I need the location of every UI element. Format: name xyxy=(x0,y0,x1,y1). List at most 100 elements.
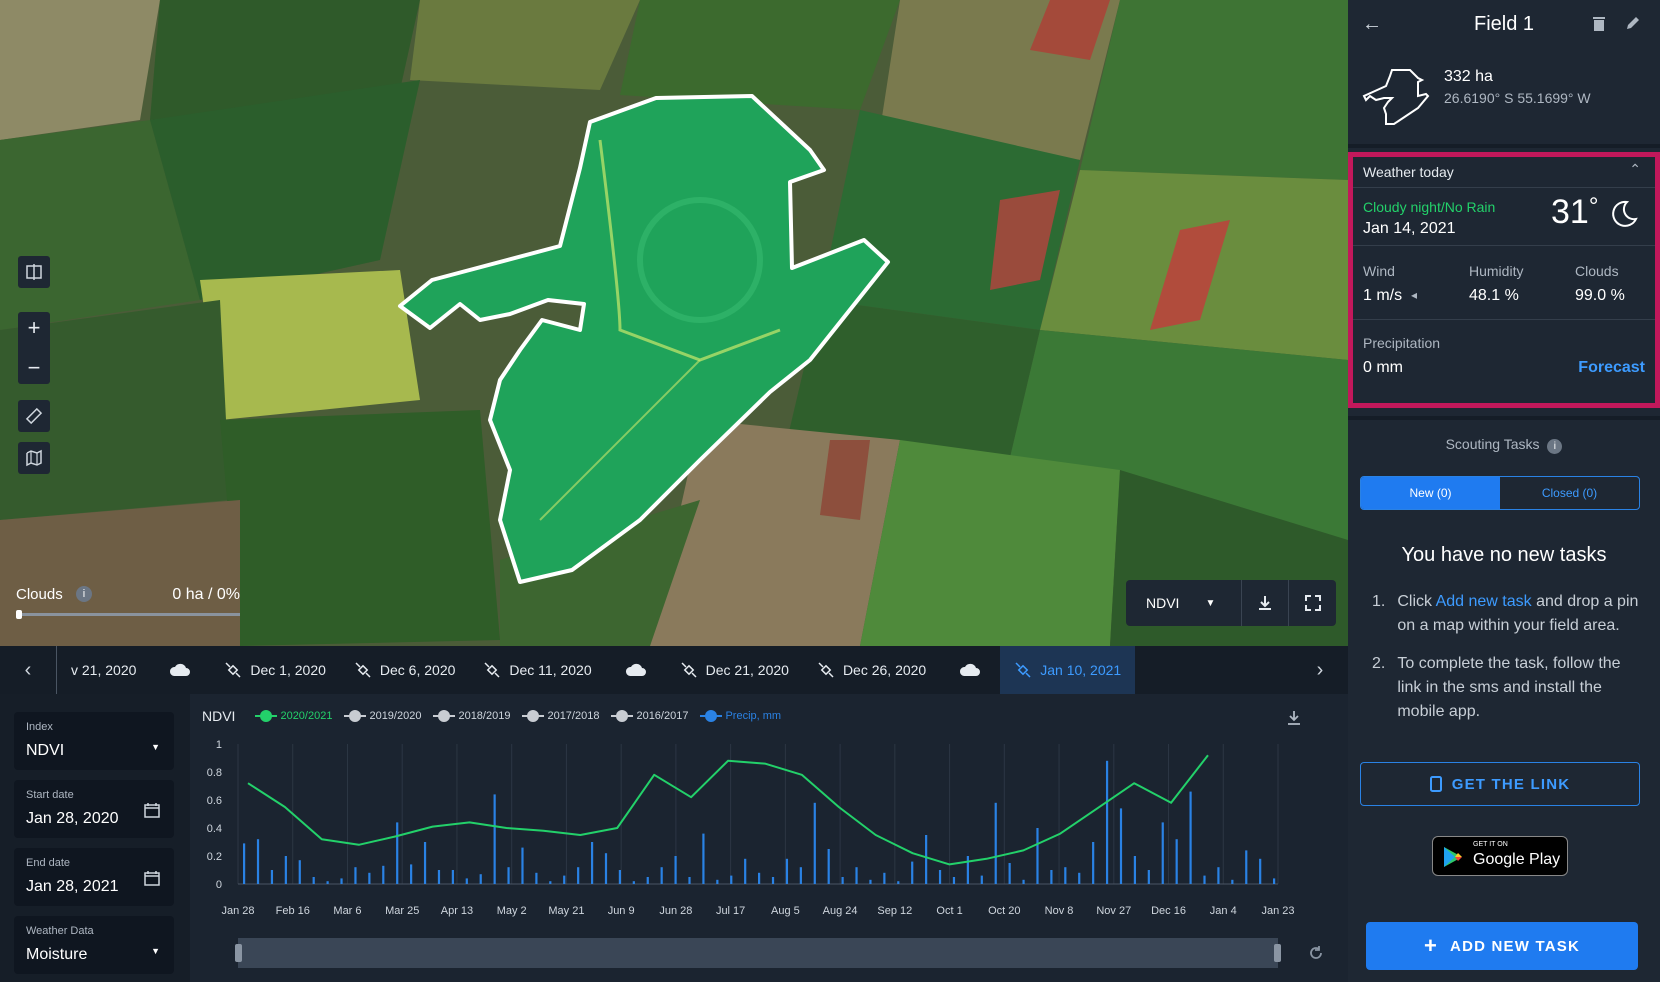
map-layers-button[interactable] xyxy=(18,442,50,474)
ruler-button[interactable] xyxy=(18,400,50,432)
legend-marker xyxy=(344,710,367,722)
index-select[interactable]: Index NDVI ▼ xyxy=(14,712,174,770)
range-end-handle[interactable] xyxy=(1274,944,1281,962)
ndvi-series-line xyxy=(247,754,1209,866)
timeline-date-label: Dec 1, 2020 xyxy=(250,662,326,678)
precip-bar xyxy=(604,853,608,884)
precip-bar xyxy=(382,865,385,884)
legend-item[interactable]: Precip, mm xyxy=(700,710,781,722)
timeline-date-item[interactable]: Dec 11, 2020 xyxy=(469,646,605,694)
range-start-handle[interactable] xyxy=(235,944,242,962)
tab-new[interactable]: New (0) xyxy=(1361,477,1500,509)
zoom-controls: + − xyxy=(18,312,50,384)
fullscreen-button[interactable] xyxy=(1289,580,1336,626)
x-tick-label: Apr 13 xyxy=(441,905,473,917)
precipitation-label: Precipitation xyxy=(1363,335,1441,351)
zoom-in-icon[interactable]: + xyxy=(28,315,41,341)
precip-bar xyxy=(1161,822,1164,884)
temperature-value: 31 xyxy=(1551,193,1589,231)
precip-bar xyxy=(340,878,343,884)
chevron-up-icon[interactable]: ⌃ xyxy=(1629,161,1641,178)
google-play-badge[interactable]: GET IT ON Google Play xyxy=(1432,836,1568,876)
divider xyxy=(1353,319,1655,320)
clouds-slider-track[interactable] xyxy=(16,613,240,616)
timeline-date-item[interactable]: Dec 6, 2020 xyxy=(340,646,470,694)
timeline-prev-button[interactable]: ‹ xyxy=(0,646,56,694)
divider xyxy=(1353,187,1655,188)
legend-item[interactable]: 2017/2018 xyxy=(522,710,599,722)
legend-item[interactable]: 2020/2021 xyxy=(255,710,332,722)
temperature: 31° xyxy=(1551,193,1598,232)
precip-bar xyxy=(1105,760,1109,884)
zoom-out-icon[interactable]: − xyxy=(28,355,41,381)
end-date-field[interactable]: End date Jan 28, 2021 xyxy=(14,848,174,906)
legend-label: 2020/2021 xyxy=(280,710,333,722)
timeline-date-item[interactable]: Dec 21, 2020 xyxy=(666,646,803,694)
info-icon[interactable]: i xyxy=(1547,439,1563,454)
chart-range-slider[interactable] xyxy=(235,938,1281,968)
ruler-icon xyxy=(25,407,43,425)
precip-bar xyxy=(1036,828,1039,884)
timeline-cloudy-item[interactable] xyxy=(150,646,210,694)
info-icon[interactable]: i xyxy=(76,586,92,602)
timeline-date-item[interactable]: Jan 10, 2021 xyxy=(1000,646,1136,694)
clouds-slider-handle[interactable] xyxy=(16,610,22,619)
legend-item[interactable]: 2016/2017 xyxy=(611,710,688,722)
ndvi-chart-panel: NDVI 2020/2021 2019/2020 2018/2019 2017/201… xyxy=(190,694,1348,982)
precip-bar xyxy=(1008,863,1011,884)
x-tick-label: Mar 25 xyxy=(385,905,419,917)
clouds-filter-value: 0 ha / 0% xyxy=(172,586,240,603)
layer-select[interactable]: NDVI ▼ xyxy=(1126,580,1242,626)
precip-bar xyxy=(771,877,775,884)
timeline-date-item[interactable]: v 21, 2020 xyxy=(57,646,150,694)
ndvi-chart[interactable]: 0 0.2 0.4 0.6 0.8 1 Jan 28 Feb 16 Mar 6 Mar 25 Apr… xyxy=(190,734,1348,934)
weather-data-select[interactable]: Weather Data Moisture ▼ xyxy=(14,916,174,974)
timeline-date-item[interactable]: Dec 1, 2020 xyxy=(210,646,340,694)
start-date-value: Jan 28, 2020 xyxy=(26,810,119,827)
legend-item[interactable]: 2018/2019 xyxy=(433,710,510,722)
precip-bar xyxy=(1022,879,1025,884)
step-number: 1. xyxy=(1372,593,1386,610)
x-tick-label: Nov 8 xyxy=(1045,905,1074,917)
tab-closed[interactable]: Closed (0) xyxy=(1500,477,1639,509)
precip-bar xyxy=(423,842,427,884)
satellite-map[interactable]: + − Clouds i 0 ha / 0% NDVI ▼ xyxy=(0,0,1348,646)
timeline-date-item[interactable]: Dec 26, 2020 xyxy=(803,646,940,694)
precip-bar xyxy=(730,875,733,884)
start-date-field[interactable]: Start date Jan 28, 2020 xyxy=(14,780,174,838)
download-layer-button[interactable] xyxy=(1242,580,1289,626)
precip-bar xyxy=(925,835,928,884)
calendar-icon[interactable] xyxy=(144,870,160,886)
step-number: 2. xyxy=(1372,655,1386,672)
add-new-task-button[interactable]: + ADD NEW TASK xyxy=(1366,922,1638,970)
back-arrow-icon[interactable]: ← xyxy=(1362,13,1382,36)
trash-icon[interactable] xyxy=(1592,16,1606,32)
precip-bar xyxy=(646,877,649,884)
add-new-task-link[interactable]: Add new task xyxy=(1436,593,1532,610)
x-tick-label: Sep 12 xyxy=(877,905,912,917)
legend-item[interactable]: 2019/2020 xyxy=(344,710,421,722)
forecast-link[interactable]: Forecast xyxy=(1578,359,1645,377)
compare-tool-button[interactable] xyxy=(18,256,50,288)
precip-bar xyxy=(716,879,719,884)
timeline-cloudy-item[interactable] xyxy=(606,646,666,694)
precip-bar xyxy=(396,822,399,884)
download-chart-icon[interactable] xyxy=(1286,710,1302,726)
timeline-cloudy-item[interactable] xyxy=(940,646,1000,694)
precip-bar xyxy=(256,839,260,884)
y-tick-label: 0.4 xyxy=(207,823,222,835)
calendar-icon[interactable] xyxy=(144,802,160,818)
precip-bar xyxy=(1175,839,1178,884)
edit-pencil-icon[interactable] xyxy=(1624,14,1642,32)
legend-label: 2016/2017 xyxy=(636,710,689,722)
precip-bar xyxy=(702,833,705,884)
timeline-next-button[interactable]: › xyxy=(1292,646,1348,694)
get-the-link-button[interactable]: GET THE LINK xyxy=(1360,762,1640,806)
precip-bar xyxy=(1147,870,1150,884)
precip-bar xyxy=(994,802,997,884)
legend-items: 2020/2021 2019/2020 2018/2019 2017/2018 2016… xyxy=(255,710,781,722)
reset-icon[interactable] xyxy=(1307,944,1325,962)
precip-bar xyxy=(632,881,635,884)
precip-bar xyxy=(549,881,552,884)
precip-bar xyxy=(1050,870,1053,884)
